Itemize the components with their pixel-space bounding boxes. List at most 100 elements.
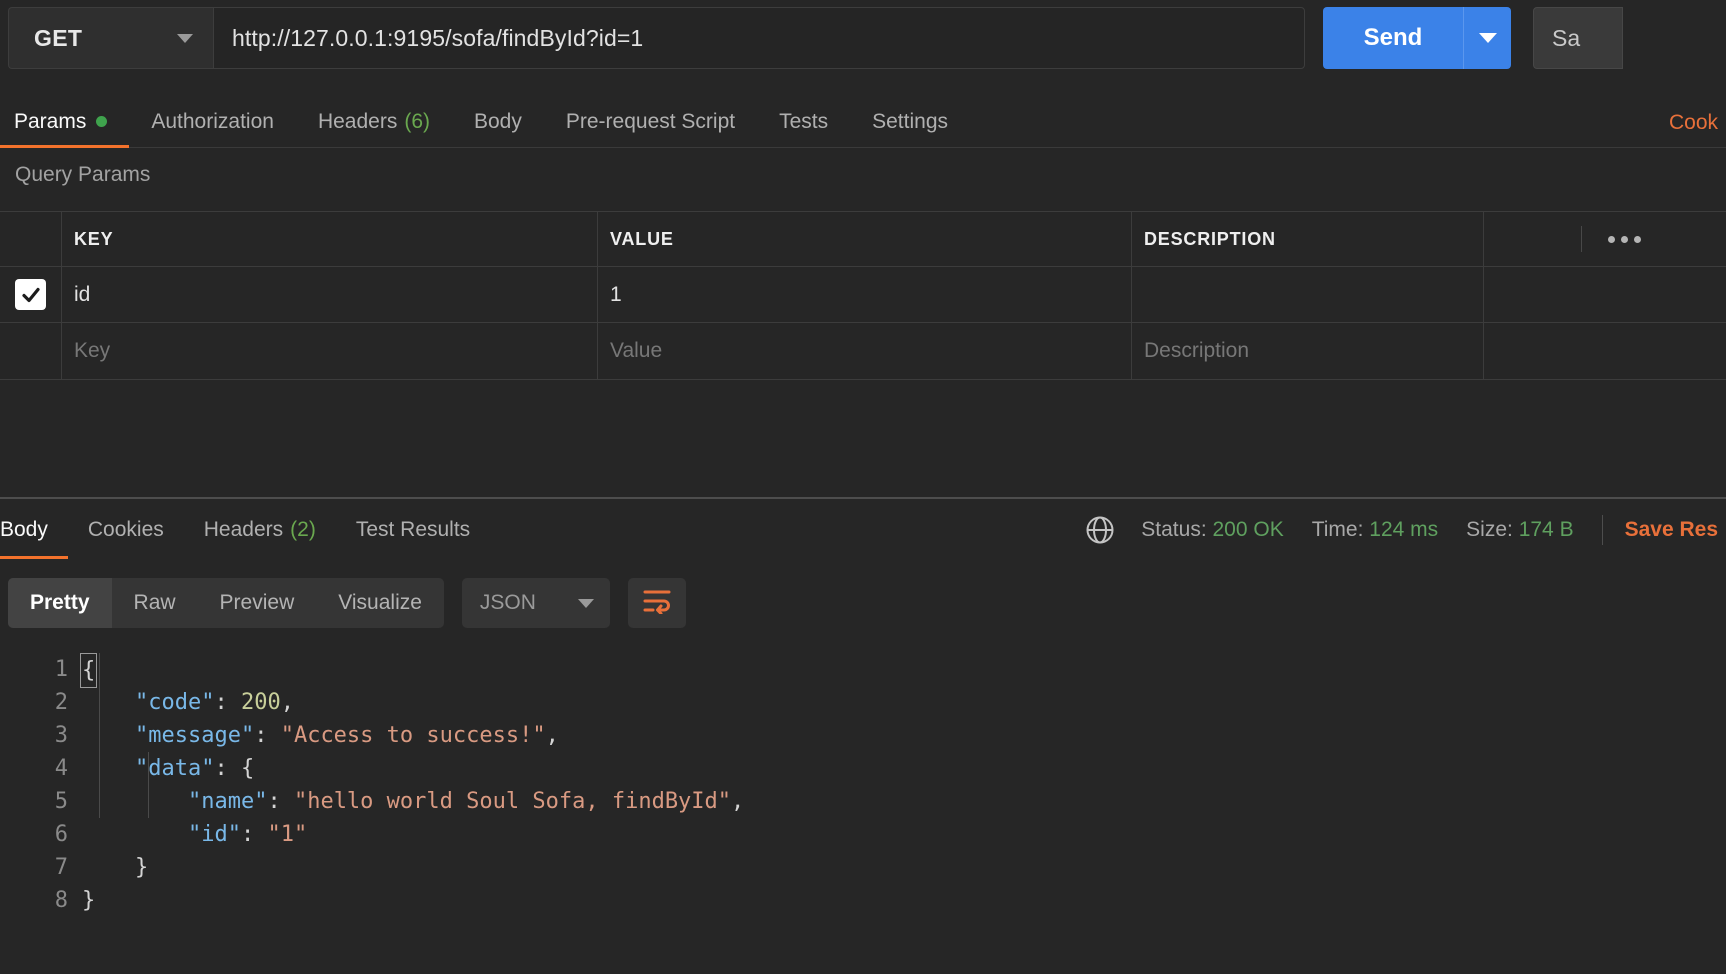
time-value: 124 ms — [1369, 518, 1438, 541]
tab-headers[interactable]: Headers (6) — [296, 96, 452, 147]
tab-body[interactable]: Body — [452, 96, 544, 147]
param-description-input[interactable] — [1132, 267, 1484, 322]
save-button[interactable]: Sa — [1533, 7, 1623, 69]
tab-pre-request-script-label: Pre-request Script — [566, 110, 735, 134]
code-line-3: "message": "Access to success!", — [82, 719, 1726, 752]
params-modified-dot-icon — [96, 116, 107, 127]
divider — [1581, 226, 1582, 252]
tab-tests[interactable]: Tests — [757, 96, 850, 147]
wrap-lines-button[interactable] — [628, 578, 686, 628]
fold-guide — [99, 653, 100, 818]
line-number: 8 — [0, 884, 68, 917]
tab-headers-label: Headers — [318, 110, 397, 134]
row-actions-cell — [1484, 267, 1726, 322]
line-number: 4 — [0, 752, 68, 785]
size-label: Size: 174 B — [1466, 518, 1573, 542]
header-cell-key: KEY — [62, 212, 598, 266]
request-url-bar: GET http://127.0.0.1:9195/sofa/findById?… — [0, 6, 1726, 70]
code-line-7: } — [82, 851, 1726, 884]
response-meta-bar: Status: 200 OK Time: 124 ms Size: 174 B … — [1083, 500, 1726, 560]
line-number: 6 — [0, 818, 68, 851]
request-tab-bar: Params Authorization Headers (6) Body Pr… — [0, 95, 1726, 148]
header-cell-value: VALUE — [598, 212, 1132, 266]
table-row[interactable]: id 1 — [0, 267, 1726, 323]
response-tab-headers[interactable]: Headers (2) — [184, 501, 336, 559]
response-tab-test-results[interactable]: Test Results — [336, 501, 490, 559]
response-tab-cookies[interactable]: Cookies — [68, 501, 184, 559]
wrap-lines-icon — [642, 588, 672, 619]
send-button[interactable]: Send — [1323, 7, 1463, 69]
new-param-description-input[interactable]: Description — [1132, 323, 1484, 379]
size-value: 174 B — [1519, 518, 1574, 541]
header-cell-checkbox — [0, 212, 62, 266]
code-line-8: } — [82, 884, 1726, 917]
send-button-group: Send — [1323, 7, 1511, 69]
code-line-5: "name": "hello world Soul Sofa, findById… — [82, 785, 1726, 818]
row-checkbox-cell-empty — [0, 323, 62, 379]
url-input[interactable]: http://127.0.0.1:9195/sofa/findById?id=1 — [213, 7, 1305, 69]
line-number: 5 — [0, 785, 68, 818]
response-tab-body[interactable]: Body — [0, 501, 68, 559]
tab-authorization[interactable]: Authorization — [129, 96, 296, 147]
header-cell-description: DESCRIPTION — [1132, 212, 1484, 266]
line-number-gutter: 1 2 3 4 5 6 7 8 — [0, 645, 82, 974]
tab-settings[interactable]: Settings — [850, 96, 970, 147]
save-response-button[interactable]: Save Res — [1625, 518, 1726, 542]
line-number: 1 — [0, 653, 68, 686]
divider — [1602, 515, 1603, 545]
send-options-button[interactable] — [1463, 7, 1511, 69]
size-label-text: Size: — [1466, 518, 1513, 541]
tab-body-label: Body — [474, 110, 522, 134]
code-line-2: "code": 200, — [82, 686, 1726, 719]
response-body-viewer[interactable]: 1 2 3 4 5 6 7 8 { "code": 200, "message"… — [0, 645, 1726, 974]
format-tab-visualize[interactable]: Visualize — [316, 578, 444, 628]
more-options-icon[interactable] — [1608, 236, 1641, 243]
tab-headers-count: (6) — [404, 110, 430, 134]
response-tab-cookies-label: Cookies — [88, 518, 164, 542]
chevron-down-icon — [177, 34, 193, 43]
format-segment-group: Pretty Raw Preview Visualize — [8, 578, 444, 628]
tab-pre-request-script[interactable]: Pre-request Script — [544, 96, 757, 147]
fold-guide — [148, 752, 149, 818]
tab-authorization-label: Authorization — [151, 110, 274, 134]
param-key-input[interactable]: id — [62, 267, 598, 322]
code-lines: { "code": 200, "message": "Access to suc… — [82, 645, 1726, 974]
status-label: Status: 200 OK — [1141, 518, 1283, 542]
response-language-dropdown[interactable]: JSON — [462, 578, 610, 628]
response-format-toolbar: Pretty Raw Preview Visualize JSON — [8, 578, 686, 628]
time-label: Time: 124 ms — [1312, 518, 1438, 542]
line-number: 2 — [0, 686, 68, 719]
response-tab-headers-label: Headers — [204, 518, 283, 542]
response-tab-body-label: Body — [0, 518, 48, 542]
tab-params-label: Params — [14, 110, 86, 134]
tab-params[interactable]: Params — [0, 96, 129, 147]
response-divider — [0, 497, 1726, 499]
globe-icon[interactable] — [1083, 513, 1117, 547]
row-checkbox-cell — [0, 267, 62, 322]
tab-tests-label: Tests — [779, 110, 828, 134]
code-line-4: "data": { — [82, 752, 1726, 785]
code-line-6: "id": "1" — [82, 818, 1726, 851]
new-param-value-input[interactable]: Value — [598, 323, 1132, 379]
new-param-key-input[interactable]: Key — [62, 323, 598, 379]
format-tab-preview[interactable]: Preview — [198, 578, 317, 628]
tab-settings-label: Settings — [872, 110, 948, 134]
chevron-down-icon — [578, 599, 594, 608]
response-tab-headers-count: (2) — [290, 518, 316, 542]
response-language-label: JSON — [480, 591, 536, 615]
cookies-link[interactable]: Cook — [1669, 111, 1718, 135]
format-tab-raw[interactable]: Raw — [112, 578, 198, 628]
param-value-input[interactable]: 1 — [598, 267, 1132, 322]
line-number: 7 — [0, 851, 68, 884]
param-enabled-checkbox[interactable] — [15, 279, 46, 310]
chevron-down-icon — [1479, 33, 1497, 43]
code-line-1: { — [82, 653, 1726, 686]
format-tab-pretty[interactable]: Pretty — [8, 578, 112, 628]
http-method-dropdown[interactable]: GET — [8, 7, 213, 69]
status-label-text: Status: — [1141, 518, 1206, 541]
query-params-title: Query Params — [15, 163, 150, 187]
table-header-row: KEY VALUE DESCRIPTION — [0, 212, 1726, 267]
table-row-empty[interactable]: Key Value Description — [0, 323, 1726, 379]
row-actions-cell-empty — [1484, 323, 1726, 379]
query-params-table: KEY VALUE DESCRIPTION id 1 Key Value Des… — [0, 211, 1726, 380]
